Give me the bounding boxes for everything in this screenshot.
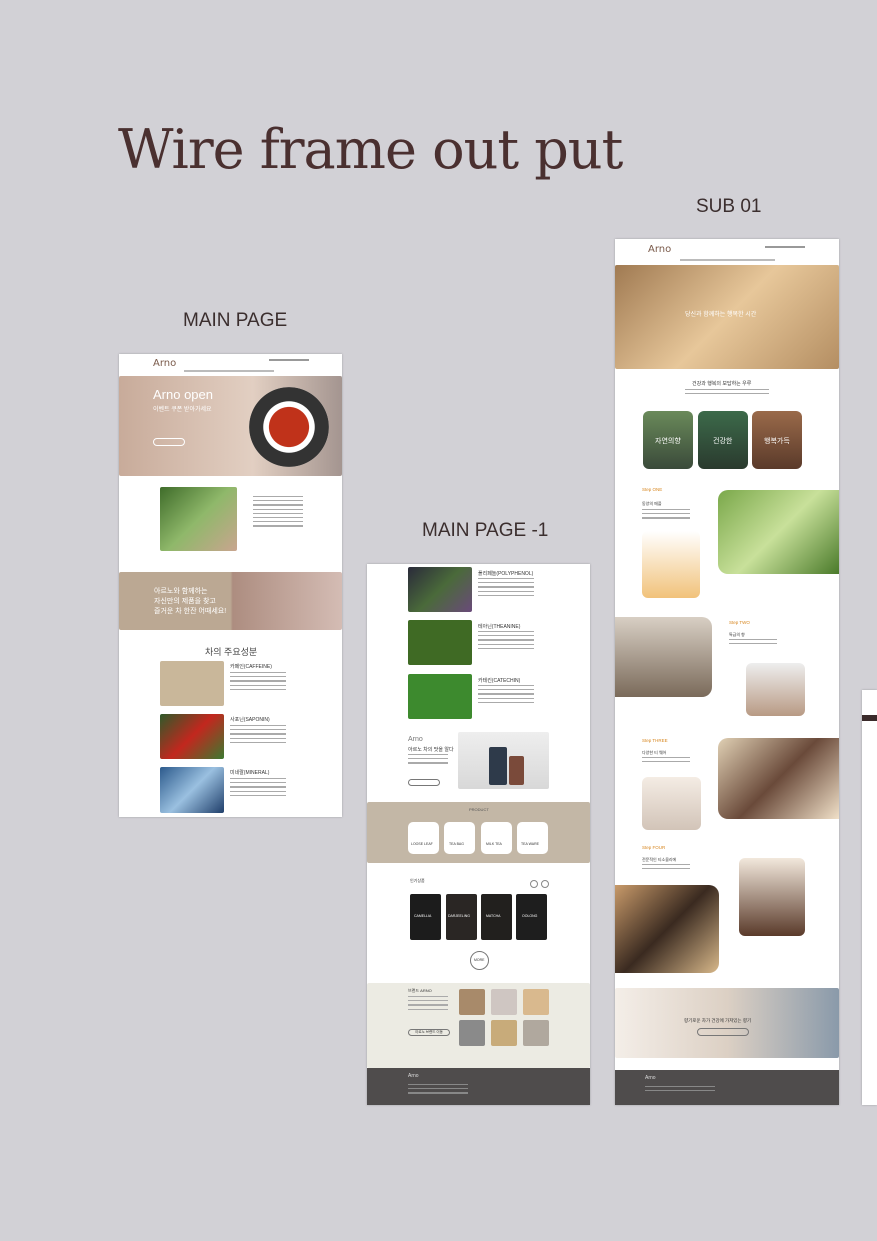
label-sub-01: SUB 01 <box>696 196 762 217</box>
step-four-title: 전문적인 티소믈리에 <box>642 857 677 862</box>
sub01-nav: Arno <box>615 239 839 266</box>
sub01-frame: Arno 당신과 함께하는 행복한 시간 건강과 행복의 보답하는 우루 자연의… <box>615 239 839 1105</box>
brand-label: 브랜드 ARNO <box>408 988 432 993</box>
brand-button[interactable]: 아르노 브랜드 이동 <box>408 1029 450 1036</box>
tile-happy[interactable]: 행복가득 <box>752 411 802 469</box>
item-caffeine: 카페인(CAFFEINE) <box>230 664 272 670</box>
step-one-image-small <box>642 531 700 598</box>
sub01-bottom-text: 향기로운 차가 건강에 가져있는 향기 <box>684 1018 752 1023</box>
brand-photo-1 <box>459 989 485 1015</box>
tile-healthy[interactable]: 건강한 <box>698 411 748 469</box>
item-mineral: 미네랄(MINERAL) <box>230 770 270 776</box>
product-card-1[interactable]: CAMELLIA <box>410 894 441 940</box>
item-catechin: 카테킨(CATECHIN) <box>478 678 521 684</box>
sub01-footer-logo: Arno <box>645 1075 656 1081</box>
brand-photo-2 <box>491 989 517 1015</box>
step-four-image-small <box>739 858 805 936</box>
step-one-title: 동양의 매플 <box>642 501 662 506</box>
main-hero-button[interactable] <box>153 438 185 446</box>
step-three-image-small <box>642 777 701 830</box>
main-banner <box>119 572 342 630</box>
tea-cup-image <box>249 387 329 467</box>
main-page-1-frame: 폴리페놀(POLYPHENOL) 테아닌(THEANINE) 카테킨(CATEC… <box>367 564 590 1105</box>
brand-photo-5 <box>491 1020 517 1046</box>
promo-button[interactable] <box>408 779 440 786</box>
saponin-text <box>230 725 286 746</box>
step-three-title: 다양한 티 웨어 <box>642 750 667 755</box>
step-three-label: Step THREE <box>642 738 668 743</box>
category-tea-bag[interactable]: TEA BAG <box>444 822 475 854</box>
polyphenol-image <box>408 567 472 612</box>
step-two-image-large <box>615 617 712 697</box>
step-two-title: 특급의 향 <box>729 632 745 637</box>
main-section-title: 차의 주요성분 <box>205 647 258 657</box>
tile-nature[interactable]: 자연의향 <box>643 411 693 469</box>
category-milk-tea[interactable]: MILK TEA <box>481 822 512 854</box>
step-three-image-large <box>718 738 839 819</box>
main-hero-sub: 이벤트 쿠폰 받아가세요 <box>153 407 212 413</box>
item-theanine: 테아닌(THEANINE) <box>478 624 521 630</box>
product-label: PRODUCT <box>469 807 489 812</box>
caffeine-text <box>230 672 286 693</box>
mineral-text <box>230 778 286 799</box>
caffeine-image <box>160 661 224 706</box>
saponin-image <box>160 714 224 759</box>
brand-photo-6 <box>523 1020 549 1046</box>
sub01-menu[interactable] <box>680 259 775 261</box>
tea-leaves-image <box>160 487 237 551</box>
product-card-3[interactable]: MATCHA <box>481 894 512 940</box>
category-tea-ware[interactable]: TEA WARE <box>517 822 548 854</box>
product-card-2[interactable]: DARJEELING <box>446 894 477 940</box>
step-two-label: Step TWO <box>729 620 750 625</box>
catechin-image <box>408 674 472 719</box>
page-title: Wire frame out put <box>118 118 623 181</box>
popular-next-icon[interactable] <box>541 880 549 888</box>
sub01-util-links[interactable] <box>765 246 805 248</box>
main-banner-line-3: 즐거운 차 한잔 어때세요! <box>154 608 227 615</box>
main-nav: Arno <box>119 354 342 377</box>
main-banner-line-2: 자신만의 제품을 찾고 <box>154 598 216 605</box>
product-card-4[interactable]: OOLONG <box>516 894 547 940</box>
step-two-image-small <box>746 663 805 716</box>
sub01-intro-title: 건강과 행복의 보답하는 우루 <box>692 381 752 387</box>
main-logo[interactable]: Arno <box>153 358 176 369</box>
mineral-image <box>160 767 224 813</box>
theanine-image <box>408 620 472 665</box>
step-four-image-large <box>615 885 719 973</box>
sub01-hero-text: 당신과 함께하는 행복한 시간 <box>685 312 757 318</box>
sub01-bottom-button[interactable] <box>697 1028 749 1036</box>
footer-logo: Arno <box>408 1073 419 1079</box>
item-saponin: 사포닌(SAPONIN) <box>230 717 270 723</box>
sub01-logo[interactable]: Arno <box>648 244 671 255</box>
main-intro-text <box>253 496 303 530</box>
step-one-label: Step ONE <box>642 487 663 492</box>
brand-photo-3 <box>523 989 549 1015</box>
more-button[interactable]: MORE <box>470 951 489 970</box>
popular-label: 인기상품 <box>410 878 425 883</box>
popular-prev-icon[interactable] <box>530 880 538 888</box>
sub01-footer: Arno <box>615 1070 839 1105</box>
label-main-page-1: MAIN PAGE -1 <box>422 520 549 541</box>
label-main-page: MAIN PAGE <box>183 310 288 331</box>
tea-box-1 <box>489 747 507 785</box>
promo-text: 아르노 차의 맛을 알다 <box>408 747 454 753</box>
main-1-footer: Arno <box>367 1068 590 1105</box>
item-polyphenol: 폴리페놀(POLYPHENOL) <box>478 571 534 577</box>
next-frame-partial <box>862 690 877 1105</box>
main-util-links[interactable] <box>269 359 309 361</box>
tea-box-2 <box>509 756 524 785</box>
step-four-label: Step FOUR <box>642 845 666 850</box>
main-banner-line-1: 아르노와 함께하는 <box>154 588 208 595</box>
step-one-image-large <box>718 490 839 574</box>
category-loose-leaf[interactable]: LOOSE LEAF <box>408 822 439 854</box>
promo-logo: Arno <box>408 736 423 743</box>
main-hero-title: Arno open <box>153 387 213 402</box>
brand-photo-4 <box>459 1020 485 1046</box>
main-menu[interactable] <box>184 370 274 372</box>
main-page-frame: Arno Arno open 이벤트 쿠폰 받아가세요 아르노와 함께하는 자신… <box>119 354 342 817</box>
